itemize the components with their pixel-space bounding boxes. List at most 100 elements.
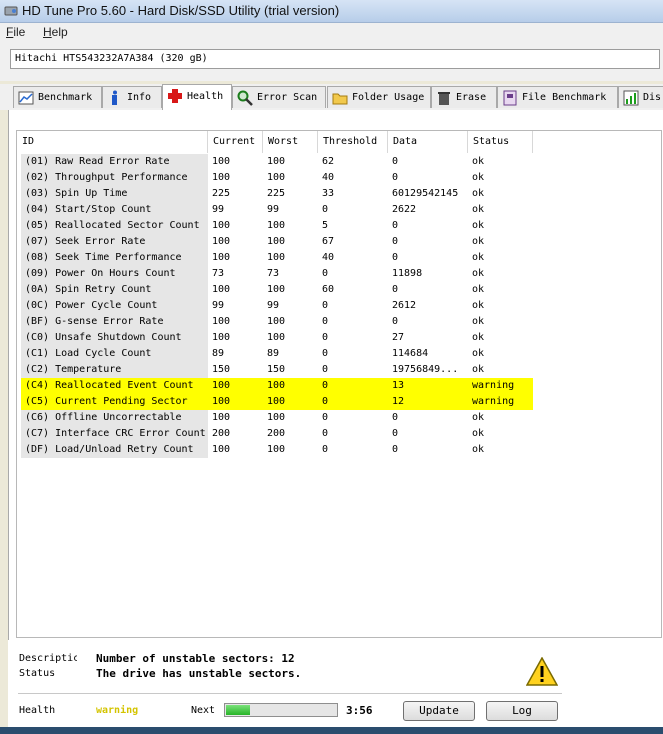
header-worst[interactable]: Worst — [263, 131, 318, 153]
table-row[interactable]: (C1) Load Cycle Count 89 89 0 114684 ok — [17, 346, 533, 362]
cell-status: ok — [472, 348, 485, 359]
table-row[interactable]: (04) Start/Stop Count 99 99 0 2622 ok — [17, 202, 533, 218]
table-row[interactable]: (C4) Reallocated Event Count 100 100 0 13 war… — [17, 378, 533, 394]
window-title: HD Tune Pro 5.60 - Hard Disk/SSD Utility… — [22, 3, 340, 18]
tab-erase[interactable]: Erase — [431, 86, 497, 108]
tab-file-benchmark[interactable]: File Benchmark — [497, 86, 618, 108]
tab-benchmark[interactable]: Benchmark — [13, 86, 102, 108]
cell-status: ok — [472, 236, 485, 247]
cell-worst: 100 — [267, 444, 286, 455]
cell-data: 0 — [392, 412, 399, 423]
table-row[interactable]: (0C) Power Cycle Count 99 99 0 2612 ok — [17, 298, 533, 314]
app-icon — [4, 6, 18, 16]
smart-attribute-table[interactable]: ID Current Worst Threshold Data Status (… — [16, 130, 662, 638]
cell-id: (0A) Spin Retry Count — [21, 282, 208, 298]
header-data[interactable]: Data — [388, 131, 468, 153]
trash-icon — [438, 92, 450, 105]
cell-threshold: 0 — [318, 378, 388, 394]
cell-status: ok — [472, 300, 485, 311]
cell-worst: 99 — [267, 300, 280, 311]
header-current[interactable]: Current — [208, 131, 263, 153]
table-row[interactable]: (C0) Unsafe Shutdown Count 100 100 0 27 ok — [17, 330, 533, 346]
cell-worst: 100 — [263, 394, 318, 410]
cell-threshold: 5 — [322, 220, 329, 231]
table-row[interactable]: (C5) Current Pending Sector 100 100 0 12 warn… — [17, 394, 533, 410]
cell-threshold: 0 — [322, 300, 329, 311]
description-label: Descriptic — [19, 653, 77, 664]
cell-data: 11898 — [392, 268, 423, 279]
tab-info[interactable]: Info — [102, 86, 162, 108]
cell-worst: 100 — [267, 332, 286, 343]
cell-data: 0 — [392, 316, 399, 327]
cell-threshold: 40 — [322, 252, 335, 263]
cell-worst: 100 — [267, 220, 286, 231]
cell-current: 100 — [212, 156, 231, 167]
cell-worst: 100 — [267, 156, 286, 167]
cell-data: 0 — [392, 156, 399, 167]
cell-worst: 225 — [267, 188, 286, 199]
cell-worst: 150 — [267, 364, 286, 375]
cell-threshold: 67 — [322, 236, 335, 247]
cell-current: 100 — [212, 284, 231, 295]
cell-id: (01) Raw Read Error Rate — [21, 154, 208, 170]
menu-bar: File Help — [0, 23, 663, 41]
cell-data: 0 — [392, 220, 399, 231]
cell-id: (07) Seek Error Rate — [21, 234, 208, 250]
status-label: Status — [19, 668, 56, 679]
details-divider — [18, 693, 562, 694]
table-row[interactable]: (BF) G-sense Error Rate 100 100 0 0 ok — [17, 314, 533, 330]
cell-worst: 100 — [267, 252, 286, 263]
cell-current: 89 — [212, 348, 225, 359]
header-threshold[interactable]: Threshold — [318, 131, 388, 153]
health-value: warning — [96, 705, 139, 716]
tab-error-scan[interactable]: Error Scan — [232, 86, 326, 108]
update-button[interactable]: Update — [403, 701, 475, 721]
table-row[interactable]: (01) Raw Read Error Rate 100 100 62 0 ok — [17, 154, 533, 170]
cell-current: 100 — [212, 236, 231, 247]
cell-data: 60129542145 — [392, 188, 459, 199]
table-row[interactable]: (C7) Interface CRC Error Count 200 200 0 0 ok — [17, 426, 533, 442]
table-row[interactable]: (0A) Spin Retry Count 100 100 60 0 ok — [17, 282, 533, 298]
tab-health[interactable]: Health — [162, 84, 232, 110]
tab-folder-usage[interactable]: Folder Usage — [327, 86, 431, 108]
tab-disk-monitor[interactable]: Dis — [618, 86, 663, 108]
table-row[interactable]: (02) Throughput Performance 100 100 40 0 ok — [17, 170, 533, 186]
health-label: Health — [19, 705, 56, 716]
cell-current: 73 — [212, 268, 225, 279]
table-row[interactable]: (C6) Offline Uncorrectable 100 100 0 0 ok — [17, 410, 533, 426]
cell-worst: 100 — [263, 378, 318, 394]
cell-status: ok — [472, 316, 485, 327]
log-button[interactable]: Log — [486, 701, 558, 721]
menu-file[interactable]: File — [6, 25, 25, 39]
header-status[interactable]: Status — [468, 131, 533, 153]
magnifier-icon — [237, 90, 253, 106]
cell-status: ok — [472, 428, 485, 439]
table-row[interactable]: (DF) Load/Unload Retry Count 100 100 0 0 ok — [17, 442, 533, 458]
cell-id: (C2) Temperature — [21, 362, 208, 378]
table-row[interactable]: (03) Spin Up Time 225 225 33 60129542145 ok — [17, 186, 533, 202]
cell-current: 100 — [212, 252, 231, 263]
table-row[interactable]: (05) Reallocated Sector Count 100 100 5 0 ok — [17, 218, 533, 234]
cell-data: 2622 — [392, 204, 417, 215]
benchmark-icon — [18, 91, 34, 105]
cell-id: (08) Seek Time Performance — [21, 250, 208, 266]
cell-status: ok — [472, 268, 485, 279]
cell-status: ok — [472, 444, 485, 455]
cell-status: ok — [472, 220, 485, 231]
cell-current: 100 — [212, 444, 231, 455]
table-row[interactable]: (09) Power On Hours Count 73 73 0 11898 ok — [17, 266, 533, 282]
header-id[interactable]: ID — [17, 131, 208, 153]
drive-select[interactable]: Hitachi HTS543232A7A384 (320 gB) — [10, 49, 660, 69]
progress-fill — [226, 705, 250, 715]
table-row[interactable]: (07) Seek Error Rate 100 100 67 0 ok — [17, 234, 533, 250]
cell-current: 100 — [212, 220, 231, 231]
cell-id: (C0) Unsafe Shutdown Count — [21, 330, 208, 346]
table-row[interactable]: (C2) Temperature 150 150 0 19756849... ok — [17, 362, 533, 378]
cell-status: warning — [468, 394, 533, 410]
cell-status: ok — [472, 332, 485, 343]
menu-help[interactable]: Help — [43, 25, 68, 39]
description-value: Number of unstable sectors: 12 — [96, 652, 295, 665]
file-benchmark-icon — [503, 90, 517, 106]
cell-id: (02) Throughput Performance — [21, 170, 208, 186]
table-row[interactable]: (08) Seek Time Performance 100 100 40 0 ok — [17, 250, 533, 266]
